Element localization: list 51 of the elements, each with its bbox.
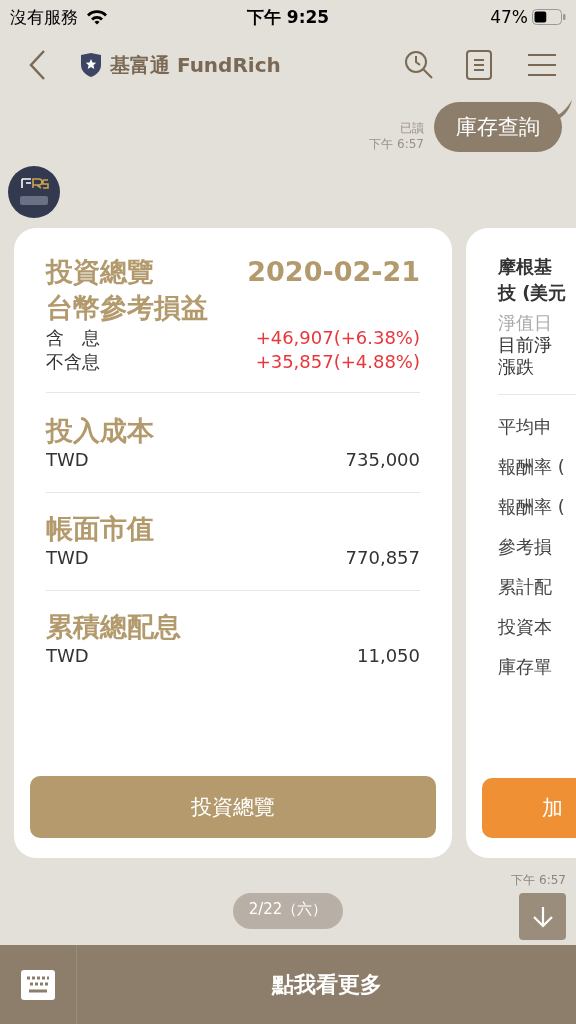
row-label: 報酬率 ( bbox=[498, 495, 566, 519]
chat-bubble: 庫存查詢 bbox=[434, 102, 562, 152]
overview-button[interactable]: 投資總覽 bbox=[30, 776, 436, 838]
fund-name: 技 (美元 bbox=[498, 281, 568, 305]
clock-text: 下午 9:25 bbox=[246, 5, 330, 29]
menu-icon[interactable] bbox=[528, 53, 556, 77]
read-receipt: 已讀 bbox=[400, 120, 424, 136]
battery-text: 47% bbox=[490, 7, 528, 27]
currency-label: TWD bbox=[46, 645, 89, 666]
arrow-down-icon bbox=[530, 904, 555, 929]
message-time: 下午 6:57 bbox=[369, 136, 424, 152]
row-label: 參考損 bbox=[498, 535, 553, 559]
row-label: 不含息 bbox=[46, 350, 100, 374]
amount-value: 735,000 bbox=[345, 449, 420, 470]
bubble-tail bbox=[556, 100, 572, 118]
note-icon[interactable] bbox=[466, 50, 492, 80]
wifi-icon bbox=[86, 9, 108, 25]
card-subtitle: 台幣參考損益 bbox=[46, 291, 208, 325]
section-title: 累積總配息 bbox=[46, 610, 181, 644]
carrier-text: 沒有服務 bbox=[10, 5, 78, 29]
section-title: 投入成本 bbox=[46, 414, 154, 448]
amount-value: 770,857 bbox=[345, 547, 420, 568]
add-button[interactable]: 加 bbox=[482, 778, 576, 838]
fund-name: 摩根基 bbox=[498, 255, 553, 279]
row-label: 含 息 bbox=[46, 326, 100, 350]
avatar-logo bbox=[8, 166, 60, 218]
row-label: 庫存單 bbox=[498, 655, 553, 679]
header-title: 基富通 FundRich bbox=[110, 51, 281, 79]
scroll-down-button[interactable] bbox=[519, 893, 566, 940]
info-label: 目前淨 bbox=[498, 334, 553, 356]
amount-value: 11,050 bbox=[357, 645, 420, 666]
row-label: 投資本 bbox=[498, 615, 553, 639]
profit-value: +35,857(+4.88%) bbox=[255, 350, 420, 374]
card-title: 投資總覽 bbox=[46, 255, 154, 289]
keyboard-icon bbox=[21, 969, 55, 1000]
currency-label: TWD bbox=[46, 547, 89, 568]
info-label: 漲跌 bbox=[498, 356, 535, 378]
message-time: 下午 6:57 bbox=[511, 872, 566, 889]
currency-label: TWD bbox=[46, 449, 89, 470]
shield-icon bbox=[80, 52, 102, 78]
row-label: 累計配 bbox=[498, 575, 553, 599]
nav-date-label: 淨值日 bbox=[498, 312, 553, 334]
history-search-icon[interactable] bbox=[404, 50, 434, 80]
row-label: 報酬率 ( bbox=[498, 455, 566, 479]
date-text: 2020-02-21 bbox=[247, 256, 420, 287]
back-icon[interactable] bbox=[28, 49, 46, 81]
row-label: 平均申 bbox=[498, 415, 553, 439]
profit-value: +46,907(+6.38%) bbox=[255, 326, 420, 350]
section-title: 帳面市值 bbox=[46, 512, 154, 546]
date-separator: 2/22（六） bbox=[232, 893, 344, 929]
battery-icon bbox=[532, 9, 566, 25]
